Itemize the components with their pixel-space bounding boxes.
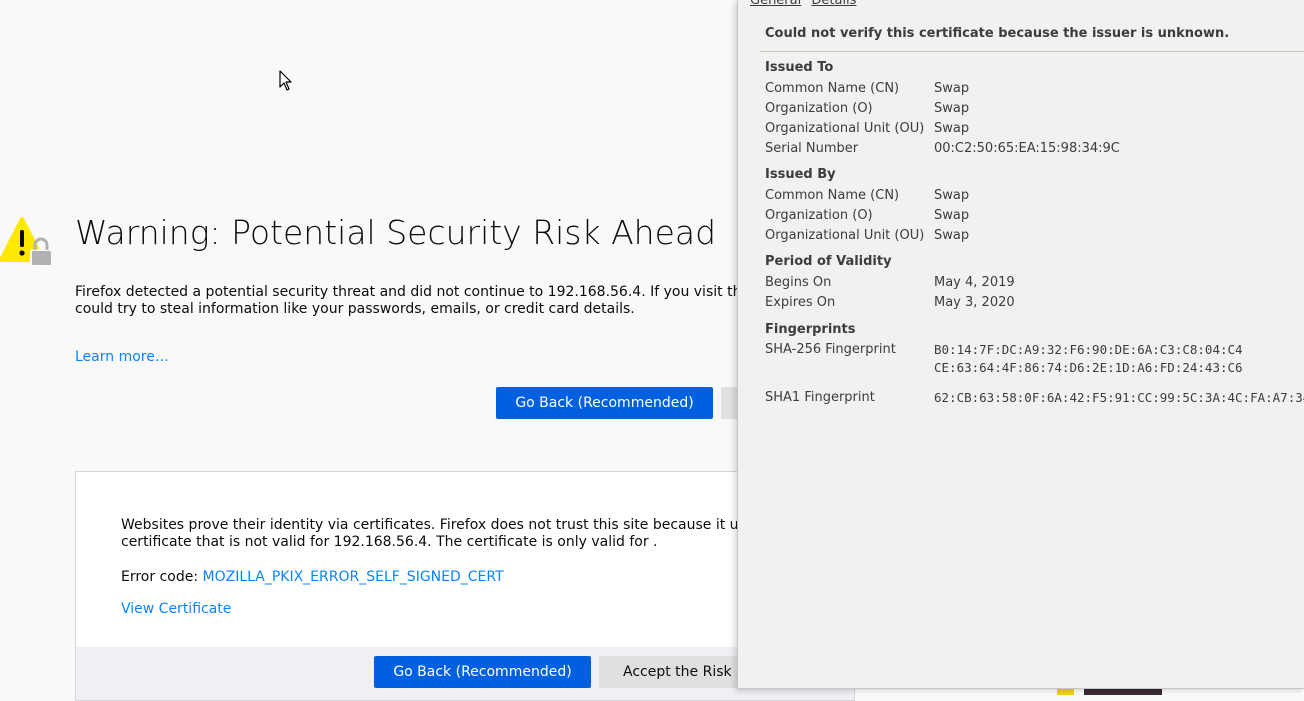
tab-general[interactable]: General xyxy=(750,0,801,8)
sha256-line-2: CE:63:64:4F:86:74:D6:2E:1D:A6:FD:24:43:C… xyxy=(934,360,1243,375)
field-value: 00:C2:50:65:EA:15:98:34:9C xyxy=(934,141,1120,156)
field-label: Organizational Unit (OU) xyxy=(765,228,925,243)
field-label: Organizational Unit (OU) xyxy=(765,121,925,136)
field-value: Swap xyxy=(934,101,970,116)
field-label: Common Name (CN) xyxy=(765,81,900,96)
error-code-link[interactable]: MOZILLA_PKIX_ERROR_SELF_SIGNED_CERT xyxy=(203,569,504,585)
cert-tabs: General Details xyxy=(750,0,862,8)
issued-to-heading: Issued To xyxy=(765,60,834,75)
field-label: Organization (O) xyxy=(765,208,873,223)
warning-lock-icon xyxy=(0,217,53,267)
field-label: Organization (O) xyxy=(765,101,873,116)
sha1-value: 62:CB:63:58:0F:6A:42:F5:91:CC:99:5C:3A:4… xyxy=(934,390,1304,405)
error-code-label: Error code: xyxy=(121,569,203,585)
field-label: SHA1 Fingerprint xyxy=(765,390,875,405)
field-value: May 4, 2019 xyxy=(934,275,1015,290)
view-certificate-link[interactable]: View Certificate xyxy=(121,601,231,617)
cert-verify-warning: Could not verify this certificate becaus… xyxy=(765,26,1230,41)
field-value: Swap xyxy=(934,228,970,243)
advanced-line-2: certificate that is not valid for 192.16… xyxy=(121,534,658,550)
intro-text: Firefox detected a potential security th… xyxy=(75,284,815,318)
validity-heading: Period of Validity xyxy=(765,254,892,269)
field-value: May 3, 2020 xyxy=(934,295,1015,310)
intro-line-2: could try to steal information like your… xyxy=(75,301,635,317)
page-title: Warning: Potential Security Risk Ahead xyxy=(75,213,717,252)
intro-line-1: Firefox detected a potential security th… xyxy=(75,284,769,300)
advanced-line-1: Websites prove their identity via certif… xyxy=(121,517,762,533)
learn-more-link[interactable]: Learn more… xyxy=(75,349,169,365)
fingerprints-heading: Fingerprints xyxy=(765,322,856,337)
field-value: Swap xyxy=(934,81,970,96)
field-value: Swap xyxy=(934,121,970,136)
field-value: Swap xyxy=(934,188,970,203)
field-label: Begins On xyxy=(765,275,832,290)
field-label: Common Name (CN) xyxy=(765,188,900,203)
field-label: SHA-256 Fingerprint xyxy=(765,342,896,357)
field-label: Expires On xyxy=(765,295,836,310)
error-code-row: Error code: MOZILLA_PKIX_ERROR_SELF_SIGN… xyxy=(121,569,504,585)
mouse-cursor-icon xyxy=(279,70,292,91)
field-label: Serial Number xyxy=(765,141,859,156)
divider xyxy=(760,51,1304,52)
issued-by-heading: Issued By xyxy=(765,167,836,182)
certificate-viewer-dialog: General Details Could not verify this ce… xyxy=(737,0,1304,689)
advanced-description: Websites prove their identity via certif… xyxy=(121,517,762,551)
sha256-line-1: B0:14:7F:DC:A9:32:F6:90:DE:6A:C3:C8:04:C… xyxy=(934,342,1243,357)
accept-risk-button[interactable]: Accept the Risk a xyxy=(599,656,739,688)
tab-details[interactable]: Details xyxy=(811,0,856,8)
field-value: Swap xyxy=(934,208,970,223)
go-back-button[interactable]: Go Back (Recommended) xyxy=(496,387,713,419)
go-back-bottom-button[interactable]: Go Back (Recommended) xyxy=(374,656,591,688)
